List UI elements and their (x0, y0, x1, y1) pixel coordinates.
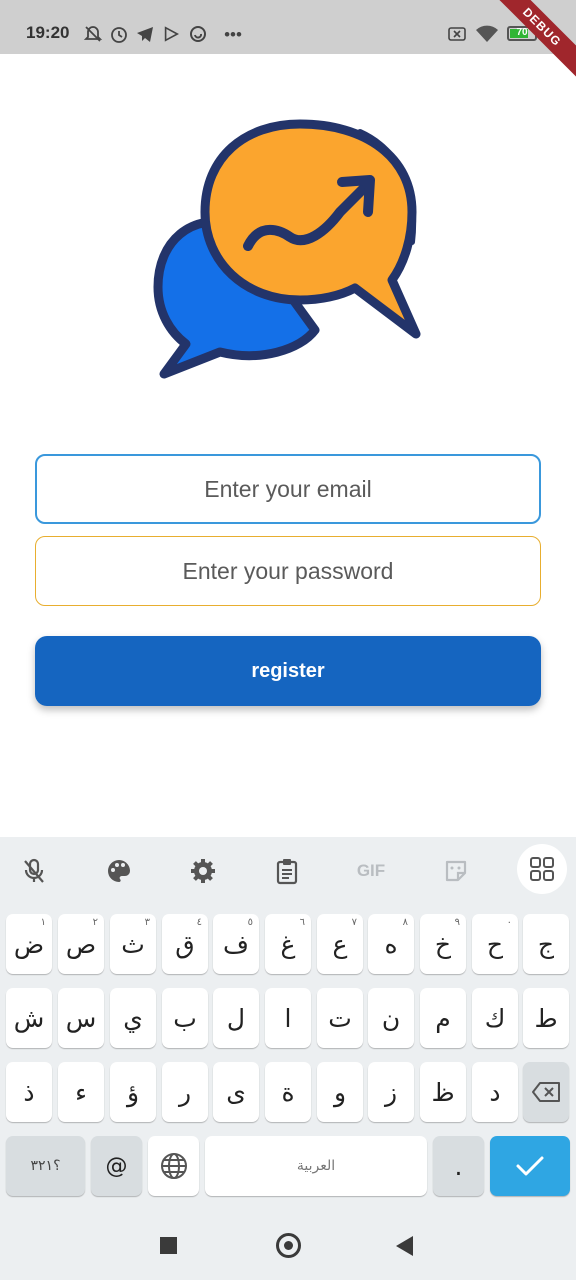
settings-icon[interactable] (181, 849, 225, 893)
enter-key[interactable] (490, 1136, 570, 1196)
period-key[interactable]: . (433, 1136, 484, 1196)
alarm-icon (108, 22, 130, 46)
key[interactable]: ث٣ (110, 914, 156, 974)
backspace-icon (532, 1082, 560, 1102)
key-char: ث (121, 929, 145, 959)
key-hint: ٦ (299, 917, 305, 928)
key-char: خ (434, 929, 452, 959)
key-hint: ١ (40, 917, 46, 928)
key[interactable]: ش (6, 988, 52, 1048)
telegram-icon (134, 22, 156, 46)
key[interactable]: ض١ (6, 914, 52, 974)
mic-off-icon[interactable] (12, 849, 56, 893)
back-icon[interactable] (396, 1236, 413, 1256)
key-char: ف (223, 929, 249, 959)
key[interactable]: ى (213, 1062, 259, 1122)
home-icon-dot (284, 1241, 293, 1250)
more-icon: ••• (224, 24, 242, 44)
key-hint: ٢ (92, 917, 98, 928)
key[interactable]: غ٦ (265, 914, 311, 974)
gif-icon[interactable]: GIF (349, 849, 393, 893)
key[interactable]: و (317, 1062, 363, 1122)
key-char: ص (65, 929, 97, 959)
clipboard-icon[interactable] (265, 849, 309, 893)
key-char: ض (13, 929, 45, 959)
at-key[interactable]: @ (91, 1136, 142, 1196)
key[interactable]: ز (368, 1062, 414, 1122)
key[interactable]: ع٧ (317, 914, 363, 974)
key-hint: ٣ (144, 917, 150, 928)
palette-icon[interactable] (97, 849, 141, 893)
space-key[interactable]: العربية (205, 1136, 427, 1196)
key[interactable]: ا (265, 988, 311, 1048)
status-bar: 19:20 ••• 70 (0, 0, 576, 54)
key-hint: ٠ (506, 917, 512, 928)
key[interactable]: ج (523, 914, 569, 974)
key-hint: ٨ (402, 917, 408, 928)
key[interactable]: ب (162, 988, 208, 1048)
key[interactable]: خ٩ (420, 914, 466, 974)
symbols-key[interactable]: ؟٣٢١ (6, 1136, 85, 1196)
key[interactable]: ك (472, 988, 518, 1048)
play-icon (160, 22, 182, 46)
key-hint: ٧ (351, 917, 357, 928)
key[interactable]: ق٤ (162, 914, 208, 974)
chat-bubbles-trend-logo (153, 119, 421, 379)
register-button[interactable]: register (35, 636, 541, 706)
sync-icon (186, 22, 210, 46)
key-char: غ (280, 929, 296, 959)
key[interactable]: س (58, 988, 104, 1048)
key[interactable]: ر (162, 1062, 208, 1122)
key-char: ع (332, 929, 348, 959)
wifi-icon (474, 22, 500, 46)
key-hint: ٥ (247, 917, 253, 928)
key[interactable]: ه٨ (368, 914, 414, 974)
key-hint: ٩ (454, 917, 460, 928)
keyboard-toolbar: GIF (0, 837, 576, 903)
key[interactable]: ص٢ (58, 914, 104, 974)
password-field[interactable] (35, 536, 541, 606)
key-char: ج (537, 929, 555, 959)
key[interactable]: ل (213, 988, 259, 1048)
navigation-bar (0, 1208, 576, 1280)
key-hint: ٤ (196, 917, 202, 928)
key[interactable]: ف٥ (213, 914, 259, 974)
gif-label: GIF (356, 861, 386, 880)
key[interactable]: د (472, 1062, 518, 1122)
key[interactable]: ة (265, 1062, 311, 1122)
bell-off-icon (82, 22, 104, 46)
backspace-key[interactable] (523, 1062, 569, 1122)
sticker-icon[interactable] (434, 849, 478, 893)
key[interactable]: ت (317, 988, 363, 1048)
key-char: ق (175, 929, 195, 959)
key[interactable]: ء (58, 1062, 104, 1122)
key-char: ه (384, 929, 398, 959)
globe-icon (160, 1153, 187, 1179)
email-field[interactable] (35, 454, 541, 524)
language-key[interactable] (148, 1136, 199, 1196)
status-time: 19:20 (26, 23, 70, 42)
key[interactable]: ؤ (110, 1062, 156, 1122)
key[interactable]: م (420, 988, 466, 1048)
key[interactable]: ذ (6, 1062, 52, 1122)
key[interactable]: ظ (420, 1062, 466, 1122)
recents-icon[interactable] (160, 1237, 177, 1254)
key[interactable]: ن (368, 988, 414, 1048)
key[interactable]: ح٠ (472, 914, 518, 974)
key-char: ح (486, 929, 504, 959)
grid-icon[interactable] (517, 844, 567, 894)
key[interactable]: ط (523, 988, 569, 1048)
checkmark-icon (516, 1156, 544, 1176)
key[interactable]: ي (110, 988, 156, 1048)
home-icon[interactable] (276, 1233, 301, 1258)
sim-off-icon (445, 22, 469, 46)
